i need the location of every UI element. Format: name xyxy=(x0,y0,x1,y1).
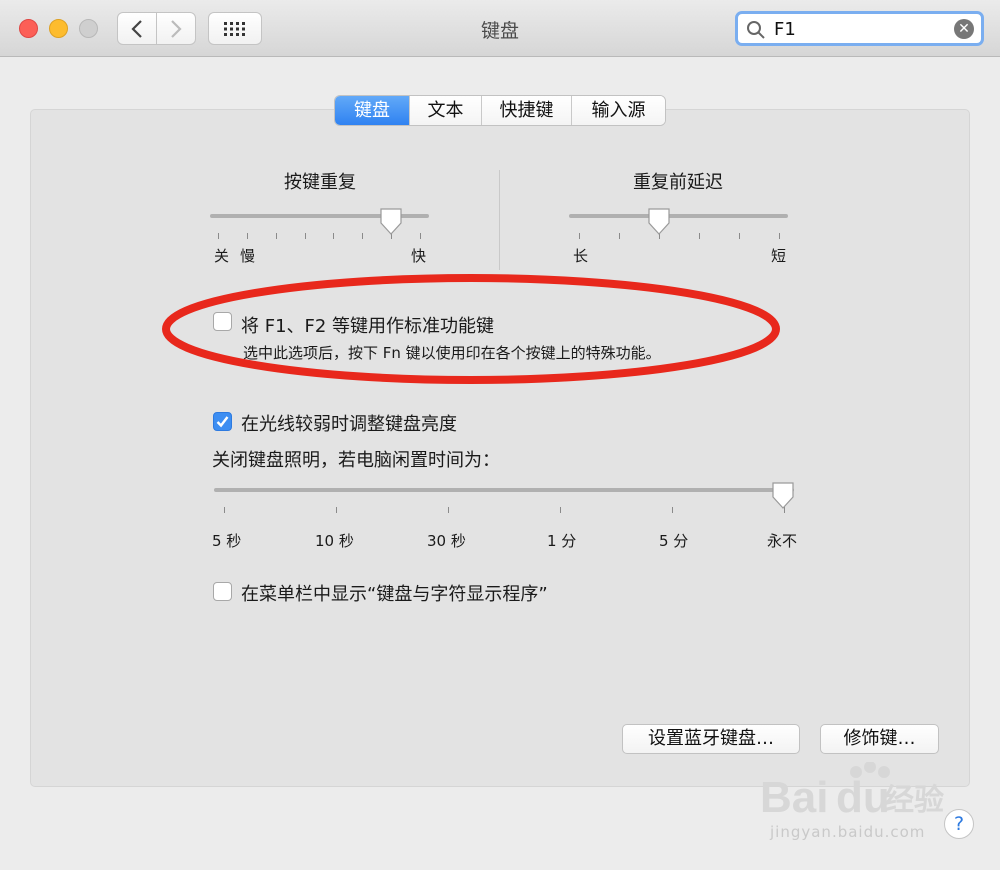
key-repeat-slider-knob[interactable] xyxy=(379,207,403,235)
tab-text[interactable]: 文本 xyxy=(410,96,482,125)
grid-icon xyxy=(224,21,245,36)
tab-input-sources[interactable]: 输入源 xyxy=(572,96,665,125)
modifier-keys-button[interactable]: 修饰键… xyxy=(820,724,939,754)
checkmark-icon xyxy=(216,416,229,428)
key-repeat-tick-mark xyxy=(275,233,277,239)
chevron-right-icon xyxy=(171,19,182,38)
clear-search-icon[interactable]: ✕ xyxy=(954,19,974,39)
turn-off-slider-knob[interactable] xyxy=(771,481,795,509)
svg-text:Bai: Bai xyxy=(760,773,828,822)
search-field[interactable]: F1 ✕ xyxy=(735,11,984,46)
svg-text:du: du xyxy=(836,773,890,822)
tab-keyboard[interactable]: 键盘 xyxy=(335,96,410,125)
close-window-button[interactable] xyxy=(19,19,38,38)
delay-slider-track[interactable] xyxy=(569,214,788,218)
delay-short-label: 短 xyxy=(771,247,787,265)
search-icon xyxy=(747,21,765,39)
delay-tick-mark xyxy=(619,233,620,239)
menu-bar-viewer-checkbox[interactable] xyxy=(213,582,232,601)
window-title: 键盘 xyxy=(480,20,519,42)
turn-off-label: 关闭键盘照明，若电脑闲置时间为： xyxy=(212,450,500,471)
menu-bar-viewer-label: 在菜单栏中显示“键盘与字符显示程序” xyxy=(241,584,548,605)
window: 键盘 F1 ✕ 键盘 文本 快捷键 输入源 按键重复 关 慢 快 重复前延迟 长… xyxy=(0,0,1000,870)
turn-off-tick-2: 30 秒 xyxy=(427,532,466,550)
turn-off-tick-mark xyxy=(672,507,673,513)
forward-button[interactable] xyxy=(156,12,196,45)
delay-tick-mark xyxy=(739,233,740,239)
watermark-url: jingyan.baidu.com xyxy=(770,823,926,841)
tab-shortcuts[interactable]: 快捷键 xyxy=(482,96,572,125)
turn-off-tick-mark xyxy=(560,507,561,513)
delay-tick-mark xyxy=(699,233,700,239)
setup-bluetooth-keyboard-button[interactable]: 设置蓝牙键盘… xyxy=(622,724,800,754)
help-button[interactable]: ? xyxy=(944,809,974,839)
baidu-watermark-logo: Bai du 经验 xyxy=(760,762,944,822)
delay-heading: 重复前延迟 xyxy=(633,172,723,193)
turn-off-tick-mark xyxy=(224,507,225,513)
turn-off-tick-mark xyxy=(448,507,449,513)
search-input[interactable]: F1 xyxy=(774,19,796,40)
chevron-left-icon xyxy=(131,19,142,38)
minimize-window-button[interactable] xyxy=(49,19,68,38)
delay-tick-mark xyxy=(579,233,580,239)
key-repeat-heading: 按键重复 xyxy=(284,172,356,193)
turn-off-tick-mark xyxy=(336,507,337,513)
key-repeat-slow-label: 慢 xyxy=(240,247,256,265)
key-repeat-tick-mark xyxy=(333,233,335,239)
show-all-button[interactable] xyxy=(208,12,262,45)
annotation-ellipse xyxy=(162,274,780,384)
adjust-brightness-checkbox[interactable] xyxy=(213,412,232,431)
content-panel xyxy=(30,109,970,787)
key-repeat-tick-mark xyxy=(246,233,248,239)
svg-text:经验: 经验 xyxy=(884,783,944,818)
back-button[interactable] xyxy=(117,12,157,45)
zoom-window-button[interactable] xyxy=(79,19,98,38)
turn-off-tick-5: 永不 xyxy=(767,532,798,550)
divider xyxy=(499,170,500,270)
delay-long-label: 长 xyxy=(573,247,589,265)
delay-tick-mark xyxy=(779,233,780,239)
key-repeat-fast-label: 快 xyxy=(411,247,427,265)
key-repeat-off-label: 关 xyxy=(214,247,230,265)
key-repeat-tick-mark xyxy=(218,233,219,239)
key-repeat-tick-mark xyxy=(362,233,364,239)
key-repeat-tick-mark xyxy=(420,233,421,239)
delay-slider-knob[interactable] xyxy=(647,207,671,235)
turn-off-tick-0: 5 秒 xyxy=(212,532,242,550)
adjust-brightness-label: 在光线较弱时调整键盘亮度 xyxy=(241,414,457,435)
turn-off-slider-track[interactable] xyxy=(214,488,794,492)
turn-off-tick-1: 10 秒 xyxy=(315,532,354,550)
turn-off-tick-3: 1 分 xyxy=(547,532,577,550)
key-repeat-tick-mark xyxy=(304,233,306,239)
turn-off-tick-4: 5 分 xyxy=(659,532,689,550)
tab-bar: 键盘 文本 快捷键 输入源 xyxy=(334,95,666,126)
titlebar: 键盘 F1 ✕ xyxy=(0,0,1000,57)
